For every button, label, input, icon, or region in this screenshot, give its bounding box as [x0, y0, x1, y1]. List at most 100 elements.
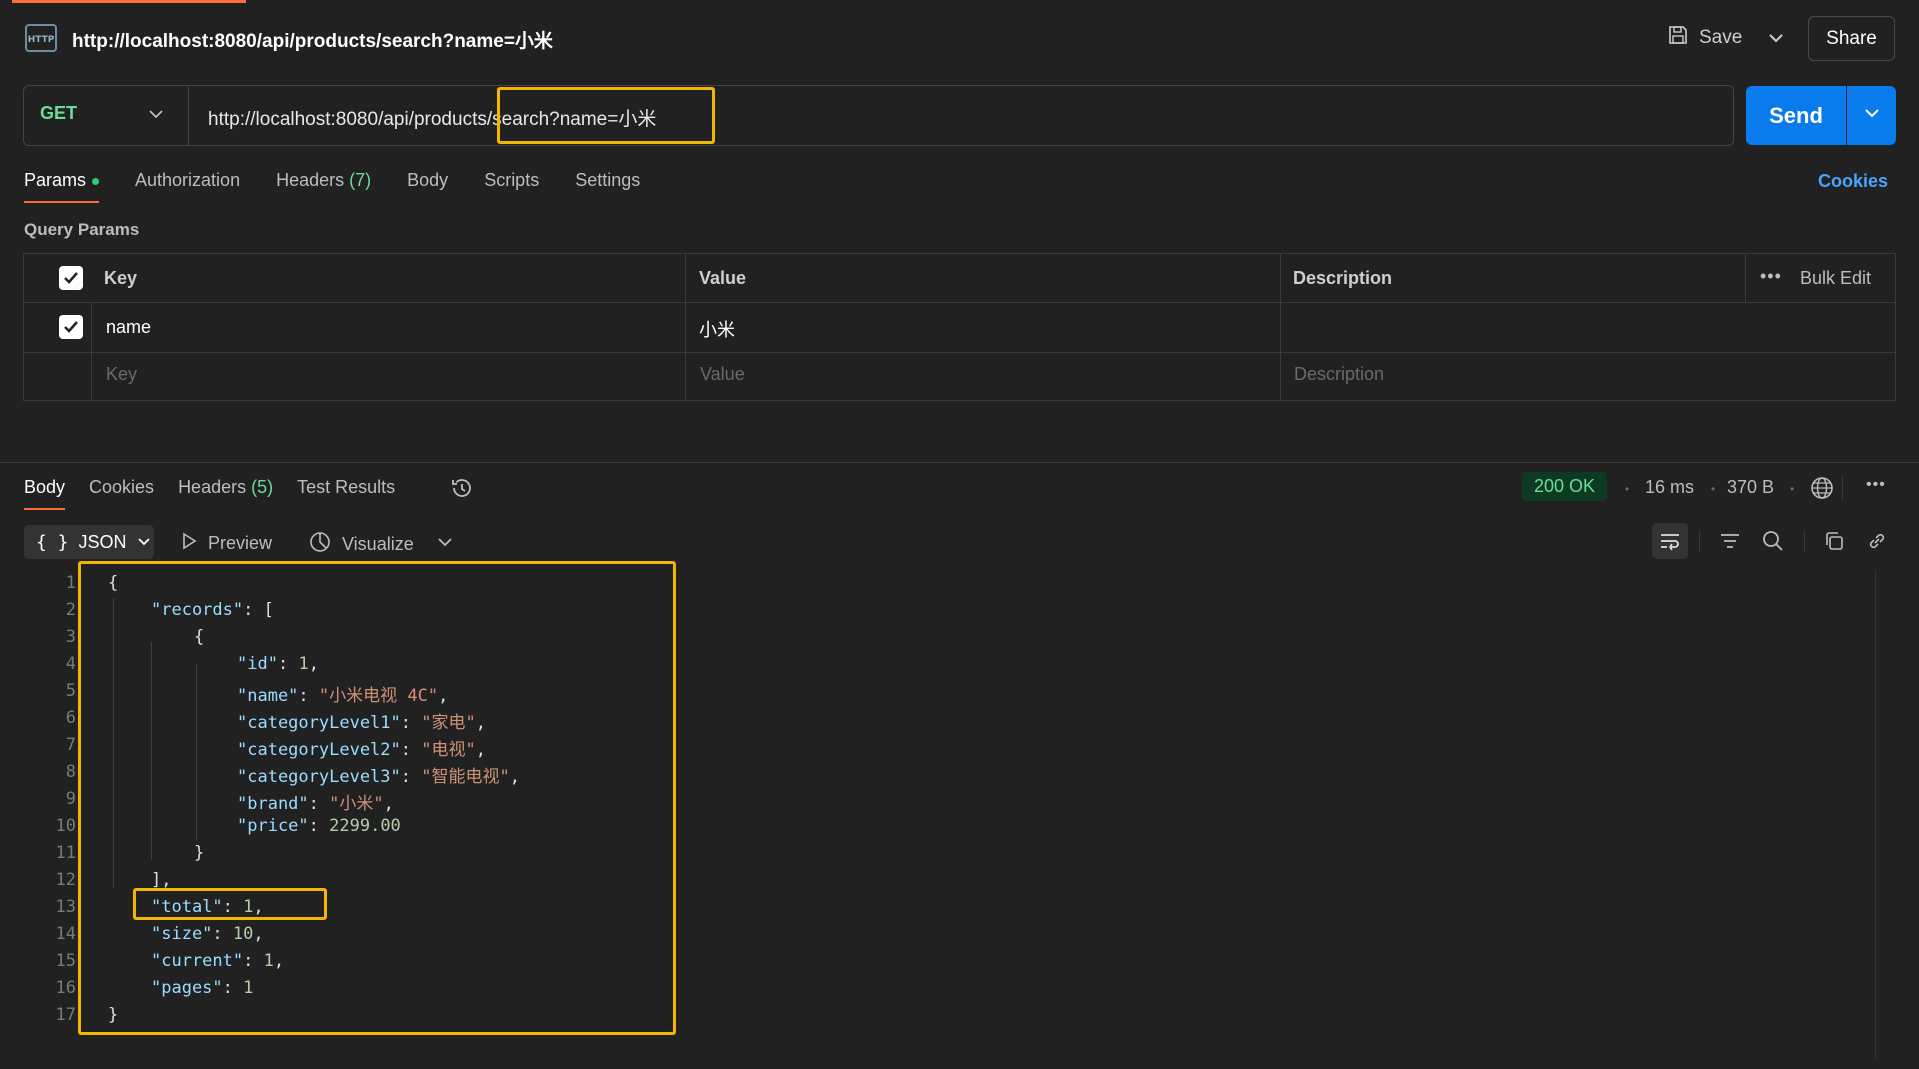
- response-tab-headers[interactable]: Headers (5): [178, 477, 273, 498]
- preview-button[interactable]: Preview: [180, 531, 272, 556]
- divider: [188, 86, 189, 145]
- new-value-input[interactable]: Value: [700, 364, 745, 385]
- http-request-icon: HTTP: [24, 22, 60, 54]
- search-icon[interactable]: [1755, 523, 1791, 559]
- new-description-input[interactable]: Description: [1294, 364, 1384, 385]
- tab-scripts[interactable]: Scripts: [484, 170, 539, 191]
- line-number: 3: [65, 627, 76, 647]
- braces-icon: { }: [36, 531, 69, 553]
- new-key-input[interactable]: Key: [106, 364, 137, 385]
- response-headers-count: (5): [251, 477, 274, 497]
- globe-icon[interactable]: [1809, 475, 1835, 506]
- visualize-icon: [308, 530, 332, 559]
- divider: [1804, 531, 1805, 551]
- line-number: 13: [55, 897, 76, 917]
- share-button[interactable]: Share: [1808, 16, 1895, 61]
- line-number: 1: [65, 573, 76, 593]
- line-number: 5: [65, 681, 76, 701]
- headers-count: (7): [349, 170, 372, 190]
- divider: [1745, 253, 1746, 302]
- divider: [1842, 476, 1843, 500]
- line-number: 15: [55, 951, 76, 971]
- line-number: 17: [55, 1005, 76, 1025]
- separator-dot: •: [1625, 482, 1630, 496]
- save-label: Save: [1699, 27, 1743, 48]
- response-tab-cookies[interactable]: Cookies: [89, 477, 154, 498]
- tab-headers[interactable]: Headers (7): [276, 170, 371, 191]
- line-number: 9: [65, 789, 76, 809]
- chevron-down-icon[interactable]: [146, 106, 166, 122]
- response-time[interactable]: 16 ms: [1645, 477, 1694, 498]
- status-badge[interactable]: 200 OK: [1522, 472, 1608, 501]
- line-number: 7: [65, 735, 76, 755]
- select-all-checkbox[interactable]: [59, 266, 83, 290]
- link-icon[interactable]: [1859, 523, 1895, 559]
- tab-params[interactable]: Params: [24, 170, 100, 203]
- line-number: 8: [65, 762, 76, 782]
- request-title[interactable]: http://localhost:8080/api/products/searc…: [72, 26, 553, 53]
- params-active-dot: [92, 177, 100, 185]
- visualize-label: Visualize: [342, 534, 414, 554]
- request-tabs: Params Authorization Headers (7) Body Sc…: [24, 170, 640, 203]
- tab-body[interactable]: Body: [407, 170, 448, 191]
- query-params-heading: Query Params: [24, 220, 140, 239]
- divider: [1280, 253, 1281, 401]
- format-label: JSON: [78, 531, 127, 552]
- chevron-down-icon: [137, 532, 151, 553]
- tab-settings[interactable]: Settings: [575, 170, 640, 191]
- line-number: 16: [55, 978, 76, 998]
- url-path-highlight: [497, 87, 715, 144]
- line-number: 10: [55, 816, 76, 836]
- wrap-lines-icon[interactable]: [1652, 523, 1688, 559]
- line-number: 6: [65, 708, 76, 728]
- divider: [685, 253, 686, 401]
- send-button[interactable]: Send: [1746, 86, 1846, 145]
- bulk-edit-button[interactable]: Bulk Edit: [1800, 268, 1871, 289]
- tab-authorization[interactable]: Authorization: [135, 170, 240, 191]
- column-header-key: Key: [104, 268, 138, 288]
- format-select[interactable]: { } JSON: [24, 525, 154, 559]
- separator-dot: •: [1790, 482, 1795, 496]
- save-options-chevron-icon[interactable]: [1762, 26, 1790, 50]
- tab-params-label: Params: [24, 170, 87, 190]
- chevron-down-icon[interactable]: [436, 534, 454, 555]
- save-icon: [1667, 24, 1689, 52]
- svg-text:HTTP: HTTP: [28, 35, 55, 45]
- response-tab-body[interactable]: Body: [24, 477, 66, 510]
- total-field-highlight: [133, 888, 327, 920]
- copy-icon[interactable]: [1816, 523, 1852, 559]
- send-options-button[interactable]: [1847, 86, 1896, 145]
- line-number: 2: [65, 600, 76, 620]
- param-key-cell[interactable]: name: [106, 317, 151, 338]
- chevron-down-icon: [1862, 105, 1882, 126]
- line-number: 12: [55, 870, 76, 890]
- response-tab-headers-label: Headers: [178, 477, 247, 497]
- visualize-button[interactable]: Visualize: [308, 530, 414, 559]
- line-number: 14: [55, 924, 76, 944]
- divider: [23, 352, 1896, 353]
- line-number: 4: [65, 654, 76, 674]
- response-tab-test-results[interactable]: Test Results: [297, 477, 395, 498]
- divider: [23, 302, 1896, 303]
- history-icon[interactable]: [450, 476, 474, 500]
- tab-headers-label: Headers: [276, 170, 345, 190]
- response-body-highlight: [78, 561, 676, 1035]
- cookies-link[interactable]: Cookies: [1818, 171, 1888, 192]
- separator-dot: •: [1711, 482, 1716, 496]
- more-options-icon[interactable]: •••: [1866, 476, 1886, 494]
- param-row-checkbox[interactable]: [59, 315, 83, 339]
- pane-divider[interactable]: [0, 462, 1919, 463]
- param-value-cell[interactable]: 小米: [699, 316, 735, 342]
- response-tabs: Body Cookies Headers (5) Test Results: [24, 477, 395, 510]
- preview-label: Preview: [208, 533, 273, 553]
- active-tab-indicator: [12, 0, 246, 3]
- method-select[interactable]: GET: [40, 103, 77, 124]
- more-options-icon[interactable]: •••: [1760, 266, 1782, 287]
- divider: [1699, 531, 1700, 551]
- line-number: 11: [55, 843, 76, 863]
- save-button[interactable]: Save: [1667, 20, 1742, 56]
- response-size[interactable]: 370 B: [1727, 477, 1774, 498]
- column-header-value: Value: [699, 268, 747, 288]
- filter-icon[interactable]: [1712, 523, 1748, 559]
- vertical-scrollbar[interactable]: [1875, 570, 1876, 1060]
